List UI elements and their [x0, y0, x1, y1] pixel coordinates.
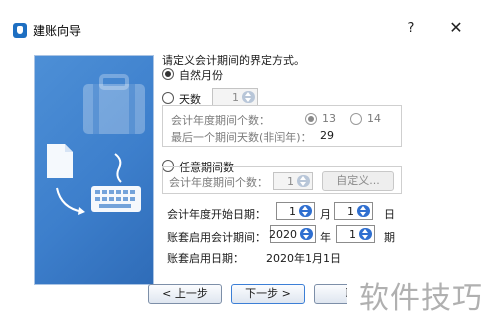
- window-title: 建账向导: [33, 24, 82, 38]
- fiscal-start-day-arrows-icon[interactable]: [357, 205, 370, 217]
- option-14-radio[interactable]: [350, 113, 362, 125]
- close-icon[interactable]: ✕: [449, 18, 463, 37]
- days-count-label: 会计年度期间个数：: [171, 114, 270, 127]
- enable-period-value: 1: [349, 228, 356, 241]
- title-bar: 建账向导 ? ✕: [0, 0, 500, 42]
- period-unit: 期: [384, 231, 395, 244]
- help-button[interactable]: ?: [404, 21, 418, 36]
- wizard-illustration: [34, 55, 154, 285]
- enable-period-arrows-icon[interactable]: [359, 228, 372, 240]
- fiscal-start-day-spinner[interactable]: 1: [334, 202, 373, 220]
- option-13-radio[interactable]: [305, 113, 317, 125]
- enable-period-label: 账套启用会计期间：: [167, 231, 266, 244]
- enable-year-value: 2020: [269, 228, 297, 241]
- option-13-label: 13: [322, 112, 336, 125]
- arbitrary-count-arrows-icon[interactable]: [297, 175, 310, 187]
- month-unit: 月: [320, 208, 331, 221]
- enable-year-spinner[interactable]: 2020: [269, 225, 316, 243]
- days-value: 1: [232, 91, 239, 104]
- last-period-label: 最后一个期间天数(非闰年)：: [171, 131, 312, 144]
- natural-month-radio[interactable]: [162, 68, 174, 80]
- days-radio[interactable]: [162, 92, 174, 104]
- fiscal-start-month-value: 1: [289, 205, 296, 218]
- illustration-graphic: [47, 74, 145, 215]
- fiscal-start-month-arrows-icon[interactable]: [299, 205, 312, 217]
- option-14-label: 14: [367, 112, 381, 125]
- enable-date-label: 账套启用日期：: [167, 252, 244, 265]
- arbitrary-count-value: 1: [287, 175, 294, 188]
- arbitrary-count-label: 会计年度期间个数：: [169, 176, 268, 189]
- day-unit: 日: [384, 208, 395, 221]
- enable-year-arrows-icon[interactable]: [300, 228, 313, 240]
- fiscal-start-day-value: 1: [347, 205, 354, 218]
- last-period-value: 29: [320, 129, 334, 142]
- fiscal-start-month-spinner[interactable]: 1: [276, 202, 315, 220]
- app-icon: [13, 23, 27, 38]
- arbitrary-count-spinner[interactable]: 1: [273, 172, 313, 190]
- enable-period-spinner[interactable]: 1: [336, 225, 375, 243]
- days-spinner[interactable]: 1: [212, 88, 258, 106]
- prev-button[interactable]: < 上一步: [148, 284, 222, 304]
- watermark-text: 软件技巧: [359, 281, 483, 316]
- next-button[interactable]: 下一步 >: [231, 284, 305, 304]
- fiscal-start-label: 会计年度开始日期：: [167, 208, 266, 221]
- enable-date-value: 2020年1月1日: [266, 252, 341, 265]
- custom-define-button[interactable]: 自定义...: [322, 171, 394, 191]
- year-unit: 年: [320, 231, 331, 244]
- natural-month-label: 自然月份: [179, 69, 223, 82]
- days-spinner-arrows-icon[interactable]: [242, 91, 255, 103]
- instruction-text: 请定义会计期间的界定方式。: [162, 54, 305, 67]
